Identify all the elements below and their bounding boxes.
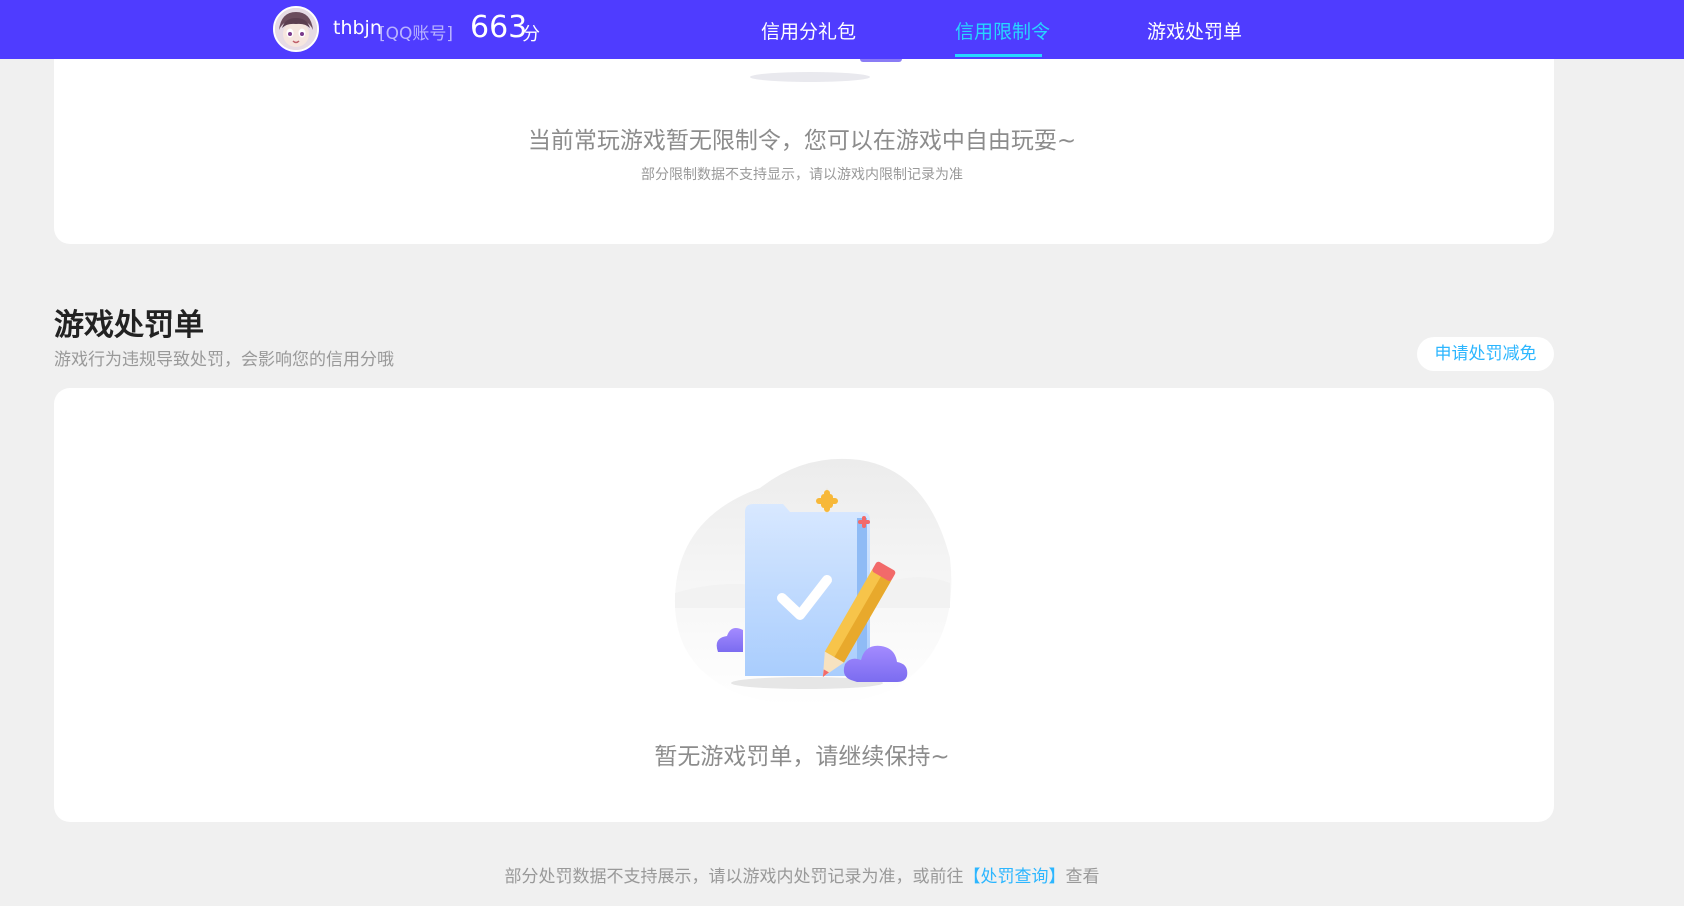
credit-score: 663 [470,10,528,45]
tab-credit-restriction[interactable]: 信用限制令 [955,17,1050,44]
footer-note: 部分处罚数据不支持展示，请以游戏内处罚记录为准，或前往【处罚查询】查看 [0,862,1604,887]
footer-text: 部分处罚数据不支持展示，请以游戏内处罚记录为准，或前往 [504,867,964,887]
penalty-query-link[interactable]: 【处罚查询】 [964,867,1066,887]
username: thbjn [333,17,382,39]
apply-penalty-reduction-button[interactable]: 申请处罚减免 [1417,337,1554,371]
credit-score-unit: 分 [522,24,540,45]
restriction-note: 部分限制数据不支持显示，请以游戏内限制记录为准 [641,167,963,183]
tab-game-penalty[interactable]: 游戏处罚单 [1147,17,1242,44]
restriction-empty-text: 当前常玩游戏暂无限制令，您可以在游戏中自由玩耍~ [527,128,1077,154]
tab-credit-gift[interactable]: 信用分礼包 [761,17,856,44]
footer-text-end: 查看 [1065,867,1100,887]
active-tab-indicator [955,54,1042,57]
illustration-shadow [750,72,870,82]
avatar[interactable] [273,6,319,52]
top-nav-bar: thbjn [QQ账号] 663 分 信用分礼包 信用限制令 游戏处罚单 [0,0,1684,59]
account-type-label: [QQ账号] [379,24,454,44]
section-title: 游戏处罚单 [54,308,204,343]
empty-state-illustration [665,448,955,710]
penalty-empty-text: 暂无游戏罚单，请继续保持~ [654,744,950,770]
section-description: 游戏行为违规导致处罚，会影响您的信用分哦 [54,350,394,370]
